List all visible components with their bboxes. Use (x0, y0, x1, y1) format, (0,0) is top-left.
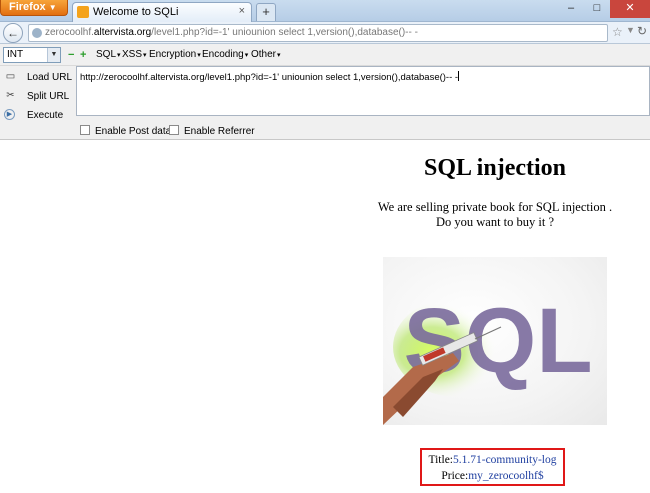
execute-icon: ▶ (4, 109, 15, 120)
firefox-menu-button[interactable]: Firefox ▼ (0, 0, 68, 16)
browser-tab[interactable]: Welcome to SQLi × (72, 2, 252, 22)
increase-icon[interactable]: + (80, 49, 86, 61)
url-host: altervista.org (93, 27, 152, 38)
chevron-down-icon: ▼ (48, 3, 57, 12)
load-url-label: Load URL (27, 72, 73, 83)
navigation-bar: ← zerocoolhf.altervista.org/level1.php?i… (0, 22, 650, 44)
enable-referrer-checkbox[interactable]: Enable Referrer (169, 125, 255, 137)
result-price-row: Price:my_zerocoolhf$ (422, 468, 563, 484)
execute-label: Execute (27, 110, 64, 121)
decrease-icon[interactable]: − (68, 49, 74, 61)
load-url-icon: ▭ (5, 71, 16, 82)
url-prefix: zerocoolhf. (45, 27, 94, 38)
result-price-value[interactable]: my_zerocoolhf$ (468, 470, 543, 482)
split-url-button[interactable]: ✂ Split URL (0, 88, 76, 106)
menu-encryption[interactable]: Encryption▾ (149, 49, 201, 60)
result-title-label: Title: (428, 454, 453, 466)
menu-other-label: Other (251, 49, 277, 60)
minimize-button[interactable]: – (558, 0, 584, 18)
result-title-row: Title:5.1.71-community-log (422, 452, 563, 468)
description-line-1: We are selling private book for SQL inje… (377, 200, 613, 214)
reload-icon[interactable]: ↻ (637, 24, 647, 38)
menu-sql[interactable]: SQL▾ (96, 49, 121, 60)
split-url-label: Split URL (27, 91, 70, 102)
tab-title: Welcome to SQLi (93, 6, 179, 18)
menu-encoding-label: Encoding (202, 49, 244, 60)
menu-xss[interactable]: XSS▾ (122, 49, 147, 60)
checkbox-box (80, 125, 90, 135)
page-description: We are selling private book for SQL inje… (340, 200, 650, 230)
menu-other[interactable]: Other▾ (251, 49, 281, 60)
maximize-button[interactable]: □ (584, 0, 610, 18)
bookmark-star-icon[interactable]: ☆ (612, 25, 623, 39)
sql-book-image: SQL (383, 257, 607, 425)
menu-sql-label: SQL (96, 49, 117, 60)
enable-referrer-label: Enable Referrer (184, 126, 255, 137)
query-result-box: Title:5.1.71-community-log Price:my_zero… (420, 448, 565, 486)
sql-image-graphic: SQL (383, 290, 593, 425)
url-path: /level1.php?id=-1' uniounion select 1,ve… (151, 27, 418, 38)
close-window-button[interactable]: ✕ (610, 0, 650, 18)
firefox-menu-label: Firefox (9, 1, 46, 13)
checkbox-box (169, 125, 179, 135)
new-tab-button[interactable]: + (256, 3, 276, 21)
execute-button[interactable]: ▶ Execute (0, 107, 76, 125)
page-title: SQL injection (423, 155, 567, 181)
select-caret-icon: ▼ (47, 48, 60, 62)
back-button[interactable]: ← (3, 23, 23, 43)
history-dropdown-icon[interactable]: ▼ (626, 25, 635, 35)
page-content: SQL injection We are selling private boo… (0, 140, 650, 493)
result-title-value[interactable]: 5.1.71-community-log (453, 454, 557, 466)
result-price-label: Price: (441, 470, 469, 482)
type-select[interactable]: INT ▼ (3, 47, 61, 63)
split-url-icon: ✂ (6, 90, 15, 101)
menu-encryption-label: Encryption (149, 49, 197, 60)
tab-close-icon[interactable]: × (239, 5, 245, 17)
site-favicon-icon (77, 6, 89, 18)
enable-post-label: Enable Post data (95, 126, 172, 137)
window-titlebar: Firefox ▼ Welcome to SQLi × + – □ ✕ (0, 0, 650, 22)
type-select-value: INT (7, 49, 24, 60)
load-url-button[interactable]: ▭ Load URL (0, 69, 76, 87)
description-line-2: Do you want to buy it ? (435, 215, 555, 229)
site-identity-icon[interactable] (32, 28, 42, 38)
hackbar-toolbar: INT ▼ − + SQL▾ XSS▾ Encryption▾ Encoding… (0, 44, 650, 66)
menu-encoding[interactable]: Encoding▾ (202, 49, 248, 60)
hackbar-url-textarea[interactable]: http://zerocoolhf.altervista.org/level1.… (76, 66, 650, 116)
hackbar-panel: INT ▼ − + SQL▾ XSS▾ Encryption▾ Encoding… (0, 44, 650, 140)
hackbar-url-text: http://zerocoolhf.altervista.org/level1.… (80, 72, 459, 83)
menu-xss-label: XSS (122, 49, 143, 60)
enable-post-checkbox[interactable]: Enable Post data (80, 125, 171, 137)
address-bar[interactable]: zerocoolhf.altervista.org/level1.php?id=… (28, 24, 608, 42)
text-cursor (458, 71, 460, 81)
